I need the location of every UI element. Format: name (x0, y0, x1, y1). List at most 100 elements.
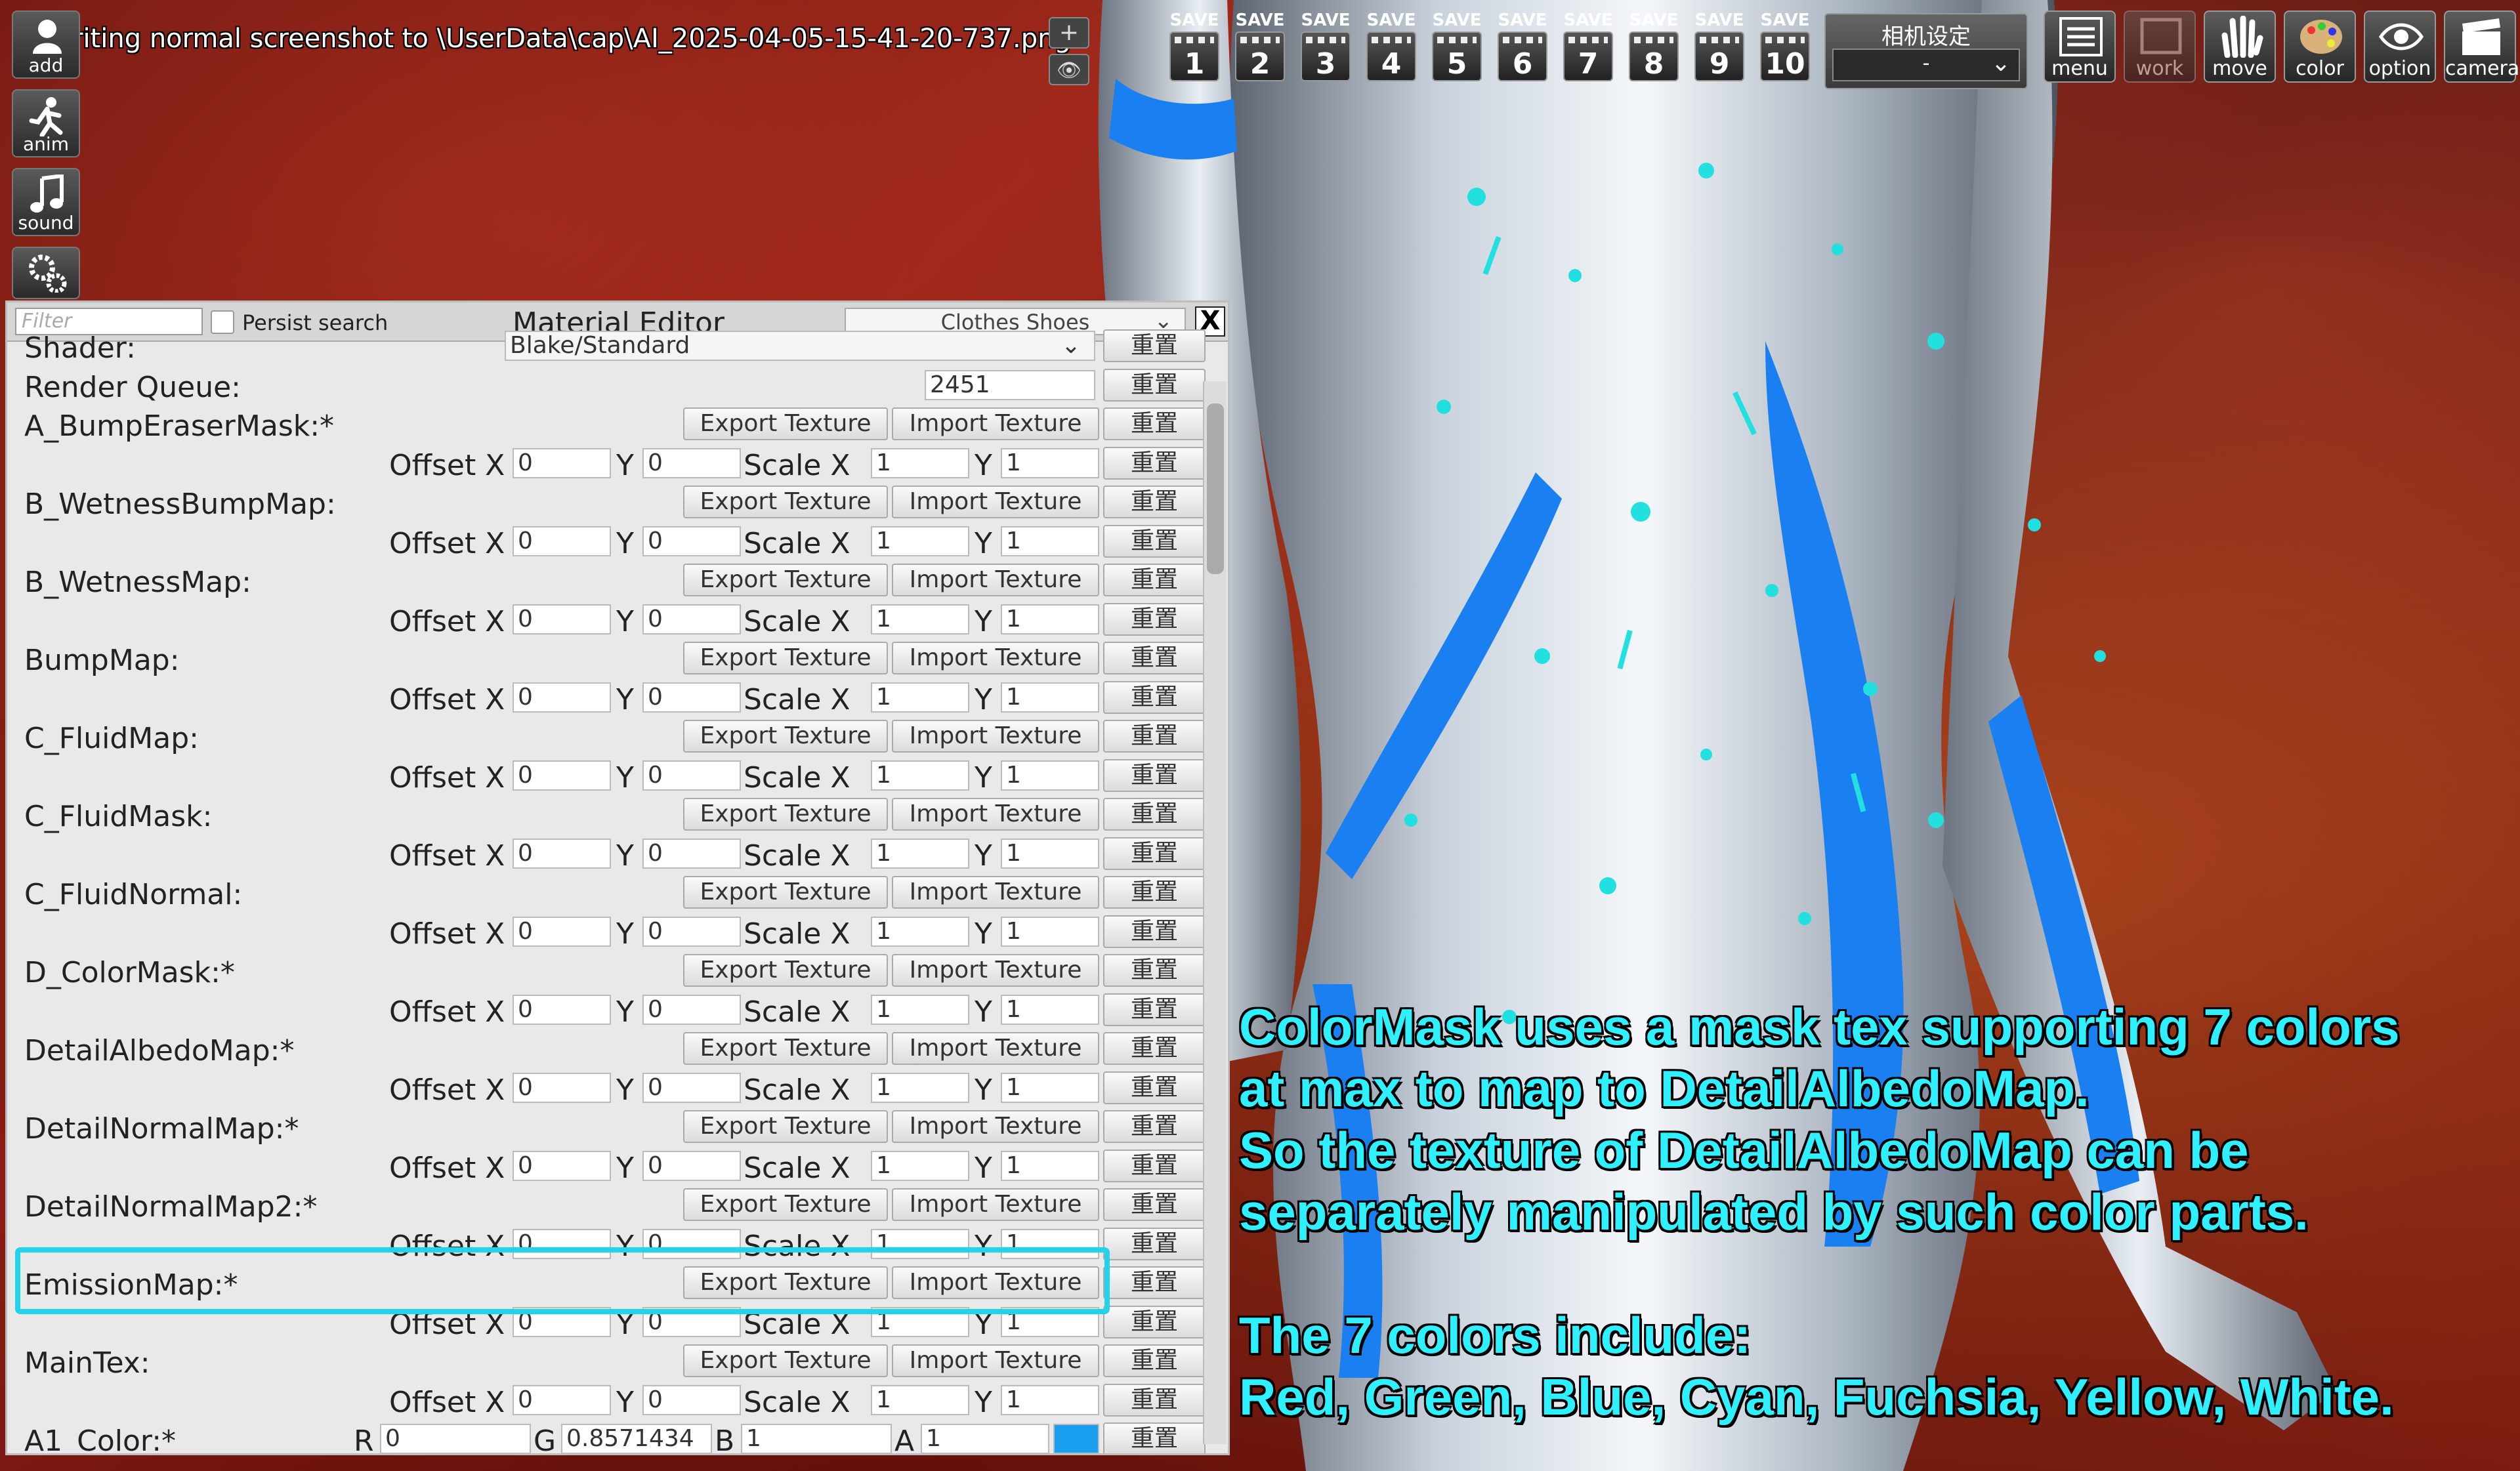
system-button[interactable] (12, 247, 80, 299)
reset-button[interactable]: 重置 (1103, 798, 1206, 831)
reset-button[interactable]: 重置 (1103, 486, 1206, 518)
reset-button[interactable]: 重置 (1103, 1071, 1206, 1104)
save-slot-7[interactable]: SAVE 7 (1559, 9, 1617, 91)
offset-y-input[interactable]: 0 (642, 604, 741, 634)
import-texture-button[interactable]: Import Texture (892, 1032, 1099, 1065)
export-texture-button[interactable]: Export Texture (683, 798, 888, 831)
offset-x-input[interactable]: 0 (513, 1384, 611, 1415)
move-button[interactable]: move (2204, 10, 2276, 83)
reset-button[interactable]: 重置 (1103, 1188, 1206, 1221)
r-input[interactable]: 0 (380, 1424, 531, 1453)
reset-button[interactable]: 重置 (1103, 329, 1206, 362)
export-texture-button[interactable]: Export Texture (683, 1032, 888, 1065)
reset-button[interactable]: 重置 (1103, 876, 1206, 909)
offset-y-input[interactable]: 0 (642, 1150, 741, 1181)
scrollbar[interactable] (1203, 381, 1227, 1444)
import-texture-button[interactable]: Import Texture (892, 876, 1099, 909)
reset-button[interactable]: 重置 (1103, 680, 1206, 714)
color-button[interactable]: color (2284, 10, 2356, 83)
offset-y-input[interactable]: 0 (642, 1072, 741, 1103)
scale-y-input[interactable]: 1 (1001, 1072, 1099, 1103)
scale-x-input[interactable]: 1 (871, 838, 969, 869)
reset-button[interactable]: 重置 (1103, 954, 1206, 987)
offset-x-input[interactable]: 0 (513, 994, 611, 1025)
option-button[interactable]: option (2364, 10, 2436, 83)
export-texture-button[interactable]: Export Texture (683, 407, 888, 440)
scale-y-input[interactable]: 1 (1001, 604, 1099, 634)
save-slot-4[interactable]: SAVE 4 (1362, 9, 1420, 91)
export-texture-button[interactable]: Export Texture (683, 1344, 888, 1377)
b-input[interactable]: 1 (741, 1424, 892, 1453)
save-slot-10[interactable]: SAVE 10 (1756, 9, 1814, 91)
export-texture-button[interactable]: Export Texture (683, 486, 888, 518)
scale-x-input[interactable]: 1 (871, 1384, 969, 1415)
scale-x-input[interactable]: 1 (871, 760, 969, 791)
offset-x-input[interactable]: 0 (513, 526, 611, 556)
reset-button[interactable]: 重置 (1103, 407, 1206, 440)
scale-y-input[interactable]: 1 (1001, 1384, 1099, 1415)
work-button[interactable]: work (2124, 10, 2196, 83)
color-swatch[interactable] (1053, 1424, 1099, 1453)
zoom-in-button[interactable]: + (1049, 17, 1089, 49)
a-input[interactable]: 1 (921, 1424, 1049, 1453)
offset-x-input[interactable]: 0 (513, 447, 611, 478)
reset-button[interactable]: 重置 (1103, 642, 1206, 674)
scale-x-input[interactable]: 1 (871, 1072, 969, 1103)
offset-y-input[interactable]: 0 (642, 1384, 741, 1415)
save-slot-5[interactable]: SAVE 5 (1428, 9, 1486, 91)
import-texture-button[interactable]: Import Texture (892, 1110, 1099, 1143)
import-texture-button[interactable]: Import Texture (892, 642, 1099, 674)
export-texture-button[interactable]: Export Texture (683, 642, 888, 674)
offset-x-input[interactable]: 0 (513, 838, 611, 869)
scale-x-input[interactable]: 1 (871, 604, 969, 634)
add-button[interactable]: add (12, 10, 80, 79)
import-texture-button[interactable]: Import Texture (892, 564, 1099, 596)
reset-button[interactable]: 重置 (1103, 446, 1206, 480)
import-texture-button[interactable]: Import Texture (892, 407, 1099, 440)
reset-button[interactable]: 重置 (1103, 524, 1206, 558)
save-slot-1[interactable]: SAVE 1 (1166, 9, 1223, 91)
reset-button[interactable]: 重置 (1103, 1227, 1206, 1260)
offset-x-input[interactable]: 0 (513, 916, 611, 947)
scale-y-input[interactable]: 1 (1001, 682, 1099, 713)
reset-button[interactable]: 重置 (1103, 915, 1206, 948)
reset-button[interactable]: 重置 (1103, 720, 1206, 753)
scale-x-input[interactable]: 1 (871, 994, 969, 1025)
export-texture-button[interactable]: Export Texture (683, 954, 888, 987)
export-texture-button[interactable]: Export Texture (683, 1110, 888, 1143)
offset-x-input[interactable]: 0 (513, 604, 611, 634)
render-queue-input[interactable]: 2451 (925, 369, 1095, 400)
scale-y-input[interactable]: 1 (1001, 1150, 1099, 1181)
save-slot-3[interactable]: SAVE 3 (1297, 9, 1354, 91)
reset-button[interactable]: 重置 (1103, 564, 1206, 596)
reset-button[interactable]: 重置 (1103, 1110, 1206, 1143)
scale-x-input[interactable]: 1 (871, 1150, 969, 1181)
scale-y-input[interactable]: 1 (1001, 838, 1099, 869)
visibility-toggle[interactable]: 👁 (1049, 54, 1089, 85)
reset-button[interactable]: 重置 (1103, 837, 1206, 870)
menu-button[interactable]: menu (2044, 10, 2116, 83)
scale-x-input[interactable]: 1 (871, 526, 969, 556)
reset-button[interactable]: 重置 (1103, 602, 1206, 636)
export-texture-button[interactable]: Export Texture (683, 720, 888, 753)
camera-select[interactable]: - ⌄ (1832, 49, 2020, 81)
import-texture-button[interactable]: Import Texture (892, 954, 1099, 987)
offset-y-input[interactable]: 0 (642, 838, 741, 869)
save-slot-9[interactable]: SAVE 9 (1690, 9, 1748, 91)
reset-button[interactable]: 重置 (1103, 993, 1206, 1026)
scale-y-input[interactable]: 1 (1001, 760, 1099, 791)
scale-x-input[interactable]: 1 (871, 447, 969, 478)
offset-x-input[interactable]: 0 (513, 1150, 611, 1181)
offset-y-input[interactable]: 0 (642, 994, 741, 1025)
scale-y-input[interactable]: 1 (1001, 526, 1099, 556)
save-slot-8[interactable]: SAVE 8 (1625, 9, 1683, 91)
reset-button[interactable]: 重置 (1103, 1149, 1206, 1182)
export-texture-button[interactable]: Export Texture (683, 1188, 888, 1221)
save-slot-2[interactable]: SAVE 2 (1231, 9, 1289, 91)
offset-y-input[interactable]: 0 (642, 760, 741, 791)
reset-button[interactable]: 重置 (1103, 1383, 1206, 1417)
scale-y-input[interactable]: 1 (1001, 994, 1099, 1025)
sound-button[interactable]: sound (12, 168, 80, 236)
scrollbar-thumb[interactable] (1207, 404, 1224, 574)
export-texture-button[interactable]: Export Texture (683, 564, 888, 596)
